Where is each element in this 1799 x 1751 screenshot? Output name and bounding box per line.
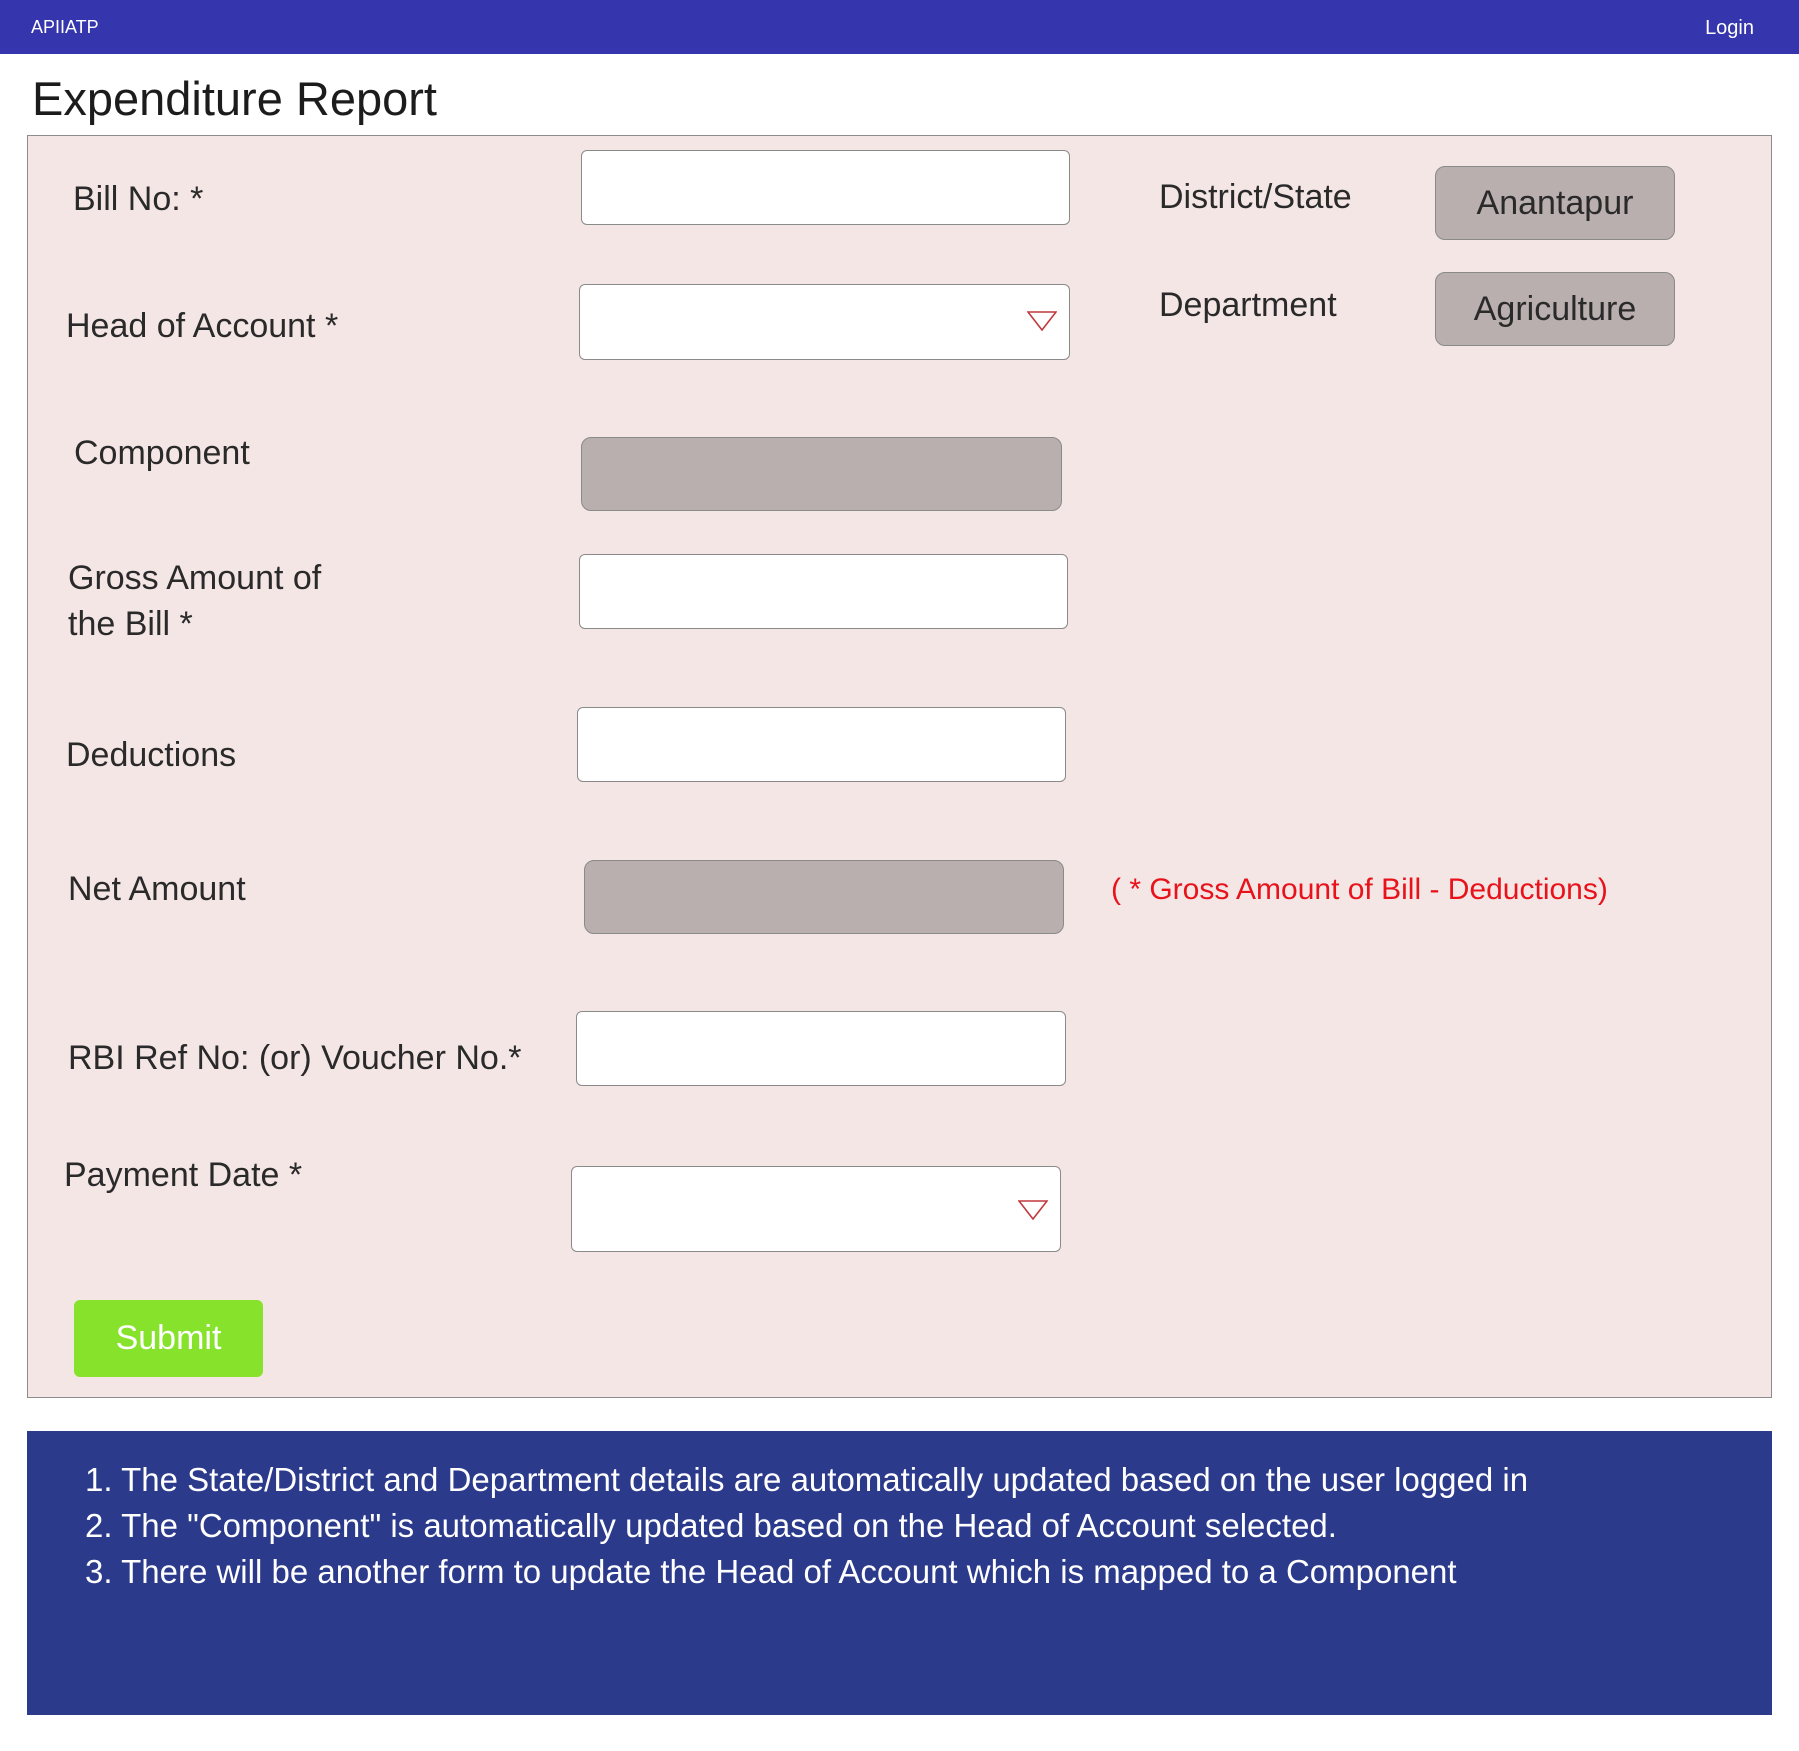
department-label: Department [1159,286,1337,324]
top-navbar: APIIATP Login [0,0,1799,54]
chevron-down-icon[interactable] [1018,1200,1048,1220]
district-state-value: Anantapur [1435,166,1675,240]
deductions-input[interactable] [578,708,1065,781]
net-amount-label: Net Amount [68,870,246,908]
deductions-field[interactable] [577,707,1066,782]
bill-no-input[interactable] [582,151,1069,224]
head-of-account-select[interactable] [579,284,1070,360]
info-note-3: 3. There will be another form to update … [85,1553,1457,1590]
rbi-ref-label: RBI Ref No: (or) Voucher No.* [68,1039,522,1077]
expenditure-form: Bill No: * District/State Anantapur Depa… [27,135,1772,1398]
bill-no-field[interactable] [581,150,1070,225]
gross-amount-label-line2: the Bill * [68,605,193,643]
component-label: Component [74,434,250,472]
chevron-down-icon[interactable] [1027,311,1057,331]
info-note-2: 2. The "Component" is automatically upda… [85,1507,1337,1544]
rbi-ref-field[interactable] [576,1011,1066,1086]
net-amount-value [584,860,1064,934]
net-amount-formula-note: ( * Gross Amount of Bill - Deductions) [1111,873,1608,906]
rbi-ref-input[interactable] [577,1012,1065,1085]
submit-button[interactable]: Submit [74,1300,263,1377]
brand-logo[interactable]: APIIATP [31,17,99,38]
bill-no-label: Bill No: * [73,180,204,218]
head-of-account-label: Head of Account * [66,307,339,345]
page-title: Expenditure Report [32,72,437,125]
district-state-label: District/State [1159,178,1352,216]
payment-date-label: Payment Date * [64,1156,303,1194]
gross-amount-input[interactable] [580,555,1067,628]
info-note-1: 1. The State/District and Department det… [85,1461,1529,1498]
login-link[interactable]: Login [1705,17,1754,40]
deductions-label: Deductions [66,736,237,774]
gross-amount-label-line1: Gross Amount of [68,559,322,597]
payment-date-select[interactable] [571,1166,1061,1252]
component-value [581,437,1062,511]
gross-amount-field[interactable] [579,554,1068,629]
info-notes-panel: 1. The State/District and Department det… [27,1431,1772,1715]
department-value: Agriculture [1435,272,1675,346]
